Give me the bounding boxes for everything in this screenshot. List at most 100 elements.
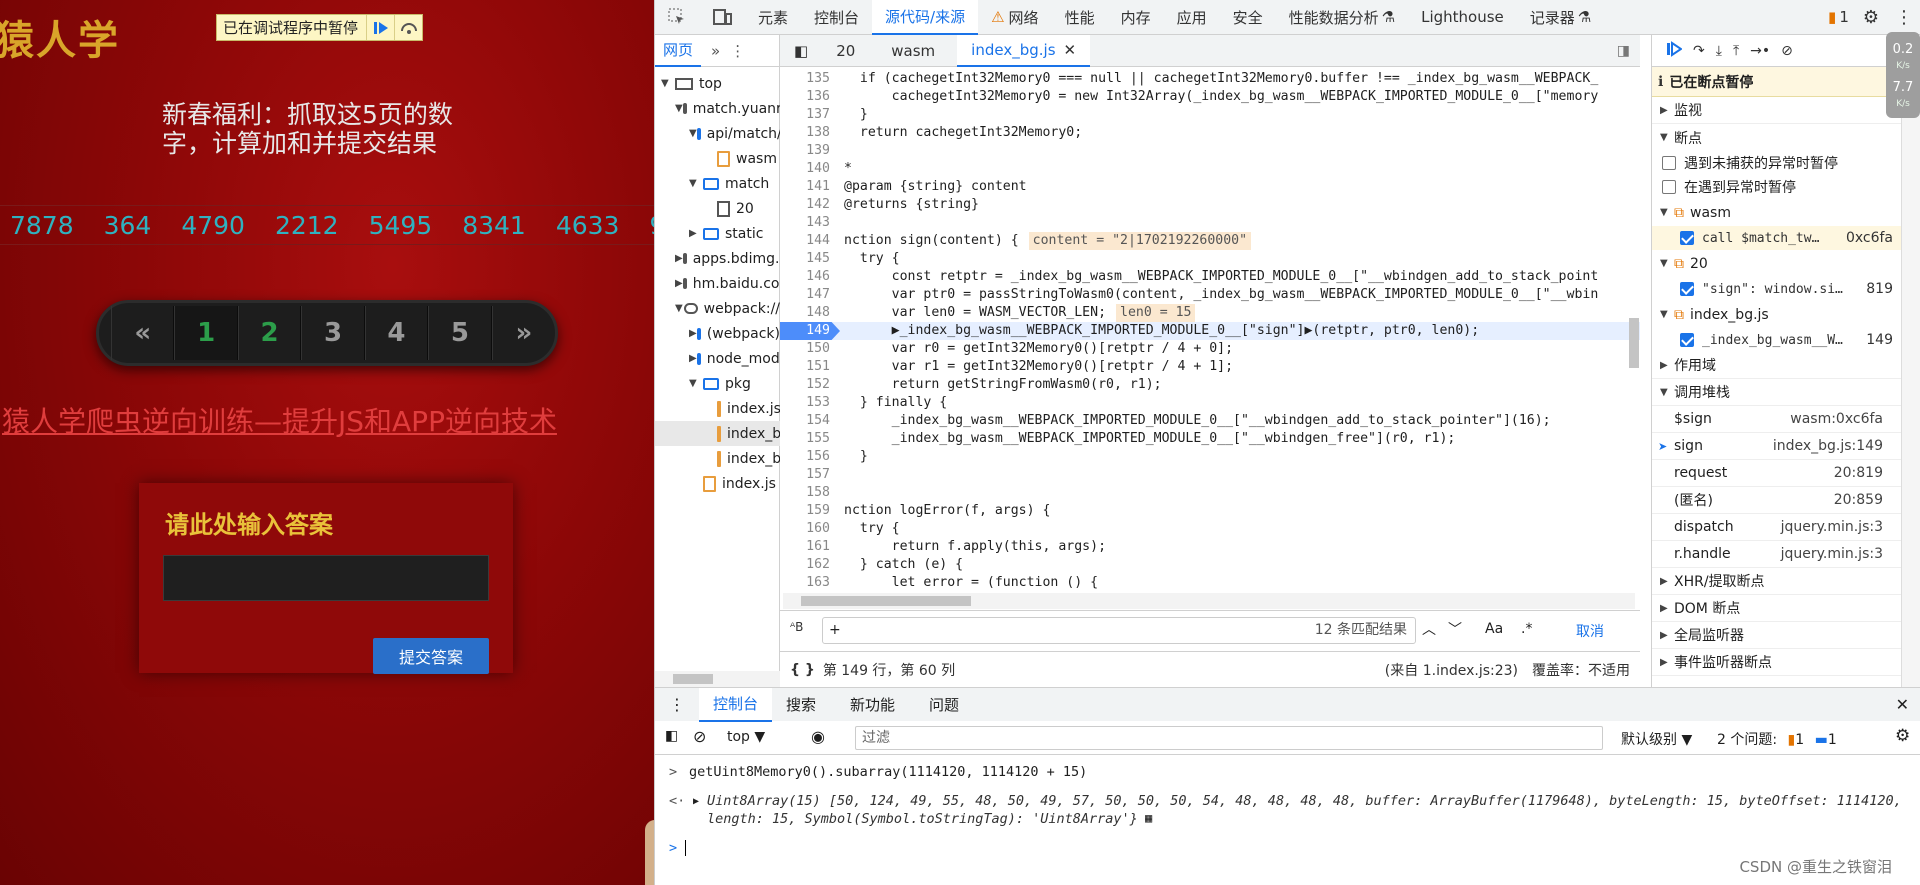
editor-vscroll-thumb[interactable] [1629, 318, 1639, 368]
editor-vertical-scrollbar[interactable] [1628, 70, 1640, 593]
sidebar-scrollbar[interactable] [1901, 35, 1920, 687]
resume-button[interactable] [366, 15, 394, 40]
navigator-scrollbar[interactable] [655, 671, 780, 687]
breakpoint-item[interactable]: call $match_tw… 0xc6fa [1652, 226, 1901, 250]
line-number[interactable]: 151 [780, 358, 840, 376]
tree-node[interactable]: ▼ api/match/20 [655, 121, 780, 146]
tab-performance[interactable]: 性能 [1052, 0, 1108, 35]
page-4-button[interactable]: 4 [364, 306, 429, 360]
line-number[interactable]: 139 [780, 142, 840, 160]
navigator-more-tabs[interactable]: » [701, 42, 730, 60]
code-line[interactable]: 145 try { [780, 250, 1640, 268]
find-prev-button[interactable]: ︿ [1422, 619, 1436, 639]
section-dom-breakpoints[interactable]: ▶ DOM 断点 [1652, 595, 1901, 622]
page-5-button[interactable]: 5 [428, 306, 492, 360]
code-line[interactable]: 151 var r1 = getInt32Memory0()[retptr / … [780, 358, 1640, 376]
code-line[interactable]: 141 @param {string} content [780, 178, 1640, 196]
line-number[interactable]: 149 [780, 322, 840, 340]
line-number[interactable]: 155 [780, 430, 840, 448]
training-link[interactable]: 猿人学爬虫逆向训练—提升JS和APP逆向技术 [2, 400, 557, 440]
section-callstack[interactable]: ▼ 调用堆栈 [1652, 379, 1901, 406]
line-number[interactable]: 148 [780, 304, 840, 322]
step-into-button[interactable]: ⤓ [1716, 43, 1722, 59]
checkbox[interactable] [1680, 333, 1694, 347]
console-sidebar-toggle-icon[interactable]: ◧ [665, 728, 678, 744]
close-drawer-icon[interactable]: ✕ [1896, 695, 1920, 714]
code-line[interactable]: 138 return cachegetInt32Memory0; [780, 124, 1640, 142]
drawer-tab-console[interactable]: 控制台 [699, 687, 773, 722]
tree-node[interactable]: index_bg.wasm [655, 446, 780, 471]
code-line[interactable]: 163 let error = (function () { [780, 574, 1640, 592]
code-line[interactable]: 139 [780, 142, 1640, 160]
line-number[interactable]: 156 [780, 448, 840, 466]
more-options-button[interactable]: ⋮ [1887, 0, 1920, 35]
line-number[interactable]: 143 [780, 214, 840, 232]
line-number[interactable]: 159 [780, 502, 840, 520]
find-input[interactable]: +12 条匹配结果 [822, 617, 1416, 644]
section-global-listeners[interactable]: ▶ 全局监听器 [1652, 622, 1901, 649]
issues-counter[interactable]: ▮ 1 [1815, 0, 1855, 35]
editor-hscroll-thumb[interactable] [801, 596, 971, 606]
tab-recorder[interactable]: 记录器 ⚗ [1517, 0, 1604, 35]
line-number[interactable]: 152 [780, 376, 840, 394]
replace-toggle-icon[interactable]: ᴬB [790, 620, 803, 634]
code-line[interactable]: 158 [780, 484, 1640, 502]
page-2-button[interactable]: 2 [237, 306, 302, 360]
tree-node[interactable]: ▼ top [655, 71, 780, 96]
line-number[interactable]: 135 [780, 70, 840, 88]
page-next-button[interactable]: » [491, 306, 555, 360]
device-toggle-button[interactable] [699, 0, 745, 35]
expand-triangle-icon[interactable]: ▶ [693, 796, 699, 807]
tree-node-selected[interactable]: index_bg.js [655, 421, 780, 446]
bp-file-group[interactable]: ▼ ⧉ index_bg.js [1652, 301, 1901, 328]
code-line[interactable]: 157 [780, 466, 1640, 484]
code-line-paused[interactable]: 149 ▶_index_bg_wasm__WEBPACK_IMPORTED_MO… [780, 322, 1640, 340]
bp-file-group[interactable]: ▼ ⧉ 20 [1652, 250, 1901, 277]
line-number[interactable]: 140 [780, 160, 840, 178]
call-frame[interactable]: $sign wasm:0xc6fa [1652, 406, 1901, 433]
tree-node[interactable]: ▼ match [655, 171, 780, 196]
editor-tab[interactable]: 20 [822, 35, 869, 67]
regex-button[interactable]: .* [1521, 621, 1532, 637]
code-line[interactable]: 156 } [780, 448, 1640, 466]
memory-inspector-icon[interactable]: ▦ [1145, 811, 1152, 825]
section-scope[interactable]: ▶ 作用域 [1652, 352, 1901, 379]
code-line[interactable]: 142 @returns {string} [780, 196, 1640, 214]
section-breakpoints[interactable]: ▼ 断点 [1652, 124, 1901, 151]
live-expression-eye-icon[interactable]: ◉ [811, 727, 825, 746]
page-3-button[interactable]: 3 [301, 306, 365, 360]
section-xhr-breakpoints[interactable]: ▶ XHR/提取断点 [1652, 568, 1901, 595]
code-line[interactable]: 152 return getStringFromWasm0(r0, r1); [780, 376, 1640, 394]
tree-node[interactable]: ▶ hm.baidu.com [655, 271, 780, 296]
code-line[interactable]: 159 nction logError(f, args) { [780, 502, 1640, 520]
tab-lighthouse[interactable]: Lighthouse [1408, 0, 1517, 35]
resume-button[interactable] [1666, 40, 1683, 61]
tree-node[interactable]: ▼ pkg [655, 371, 780, 396]
close-icon[interactable]: ✕ [1064, 41, 1077, 59]
drawer-tab-issues[interactable]: 问题 [915, 688, 973, 722]
call-frame[interactable]: (匿名) 20:859 [1652, 487, 1901, 514]
tree-node[interactable]: index.js [655, 396, 780, 421]
code-line[interactable]: 143 [780, 214, 1640, 232]
code-line[interactable]: 153 } finally { [780, 394, 1640, 412]
line-number[interactable]: 142 [780, 196, 840, 214]
line-number[interactable]: 157 [780, 466, 840, 484]
tab-network[interactable]: ⚠ 网络 [978, 0, 1051, 35]
pause-uncaught-option[interactable]: 遇到未捕获的异常时暂停 [1652, 151, 1901, 175]
console-issues-button[interactable]: 2 个问题: ▮1 ▬1 [1717, 729, 1837, 749]
code-line[interactable]: 144 nction sign(content) {content = "2|17… [780, 232, 1640, 250]
code-line[interactable]: 161 return f.apply(this, args); [780, 538, 1640, 556]
line-number[interactable]: 145 [780, 250, 840, 268]
code-line[interactable]: 137 } [780, 106, 1640, 124]
call-frame-current[interactable]: ➤ sign index_bg.js:149 [1652, 433, 1901, 460]
page-prev-button[interactable]: « [111, 306, 175, 360]
code-editor[interactable]: 135 if (cachegetInt32Memory0 === null ||… [780, 70, 1640, 593]
code-line[interactable]: 135 if (cachegetInt32Memory0 === null ||… [780, 70, 1640, 88]
tree-node[interactable]: index.js [655, 471, 780, 496]
tree-node[interactable]: ▶ static [655, 221, 780, 246]
drawer-tab-search[interactable]: 搜索 [772, 688, 830, 722]
call-frame[interactable]: r.handle jquery.min.js:3 [1652, 541, 1901, 568]
line-number[interactable]: 150 [780, 340, 840, 358]
tree-node[interactable]: ▼ webpack:// [655, 296, 780, 321]
line-number[interactable]: 162 [780, 556, 840, 574]
